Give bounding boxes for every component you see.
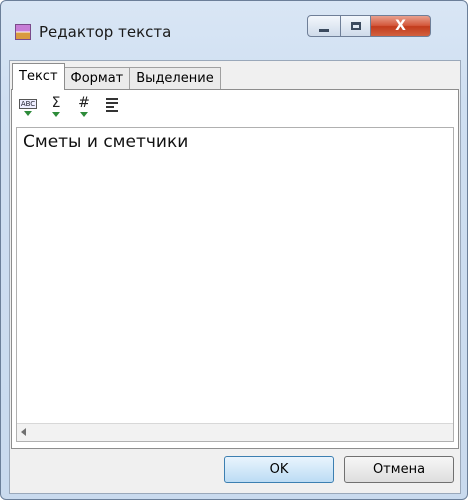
text-editor-dialog: Редактор текста X Текст Формат Выделение… xyxy=(0,0,468,500)
dialog-client-area: Текст Формат Выделение ABC Σ # Сметы и с… xyxy=(9,60,461,494)
spellcheck-button[interactable]: ABC xyxy=(18,96,38,120)
tab-format[interactable]: Формат xyxy=(63,67,131,90)
editor-content[interactable]: Сметы и сметчики xyxy=(23,132,188,152)
tab-selection[interactable]: Выделение xyxy=(129,67,221,90)
caption-buttons: X xyxy=(307,15,431,37)
minimize-button[interactable] xyxy=(307,15,341,37)
window-title: Редактор текста xyxy=(39,23,172,41)
text-editor-area[interactable]: Сметы и сметчики xyxy=(16,127,454,442)
close-icon: X xyxy=(395,18,406,34)
tab-strip: Текст Формат Выделение xyxy=(12,63,221,90)
number-button[interactable]: # xyxy=(74,96,94,120)
maximize-button[interactable] xyxy=(341,15,371,37)
tab-text[interactable]: Текст xyxy=(12,63,65,90)
align-button[interactable] xyxy=(102,96,122,120)
scroll-left-icon[interactable] xyxy=(21,428,26,436)
app-icon xyxy=(15,24,31,40)
dropdown-arrow-icon xyxy=(80,112,88,117)
horizontal-scrollbar[interactable] xyxy=(17,423,453,441)
dropdown-arrow-icon xyxy=(52,112,60,117)
ok-button[interactable]: OK xyxy=(224,456,334,483)
number-icon: # xyxy=(78,95,90,111)
cancel-button[interactable]: Отмена xyxy=(344,456,454,483)
align-icon xyxy=(106,98,118,114)
minimize-icon xyxy=(319,28,329,32)
tab-panel-text: ABC Σ # Сметы и сметчики xyxy=(11,89,459,449)
maximize-icon xyxy=(350,22,361,30)
spellcheck-icon: ABC xyxy=(18,99,38,109)
sum-icon: Σ xyxy=(51,95,61,111)
title-bar[interactable]: Редактор текста X xyxy=(1,1,467,51)
close-button[interactable]: X xyxy=(371,15,431,37)
sum-button[interactable]: Σ xyxy=(46,96,66,120)
editor-toolbar: ABC Σ # xyxy=(18,96,122,120)
dropdown-arrow-icon xyxy=(24,111,32,116)
